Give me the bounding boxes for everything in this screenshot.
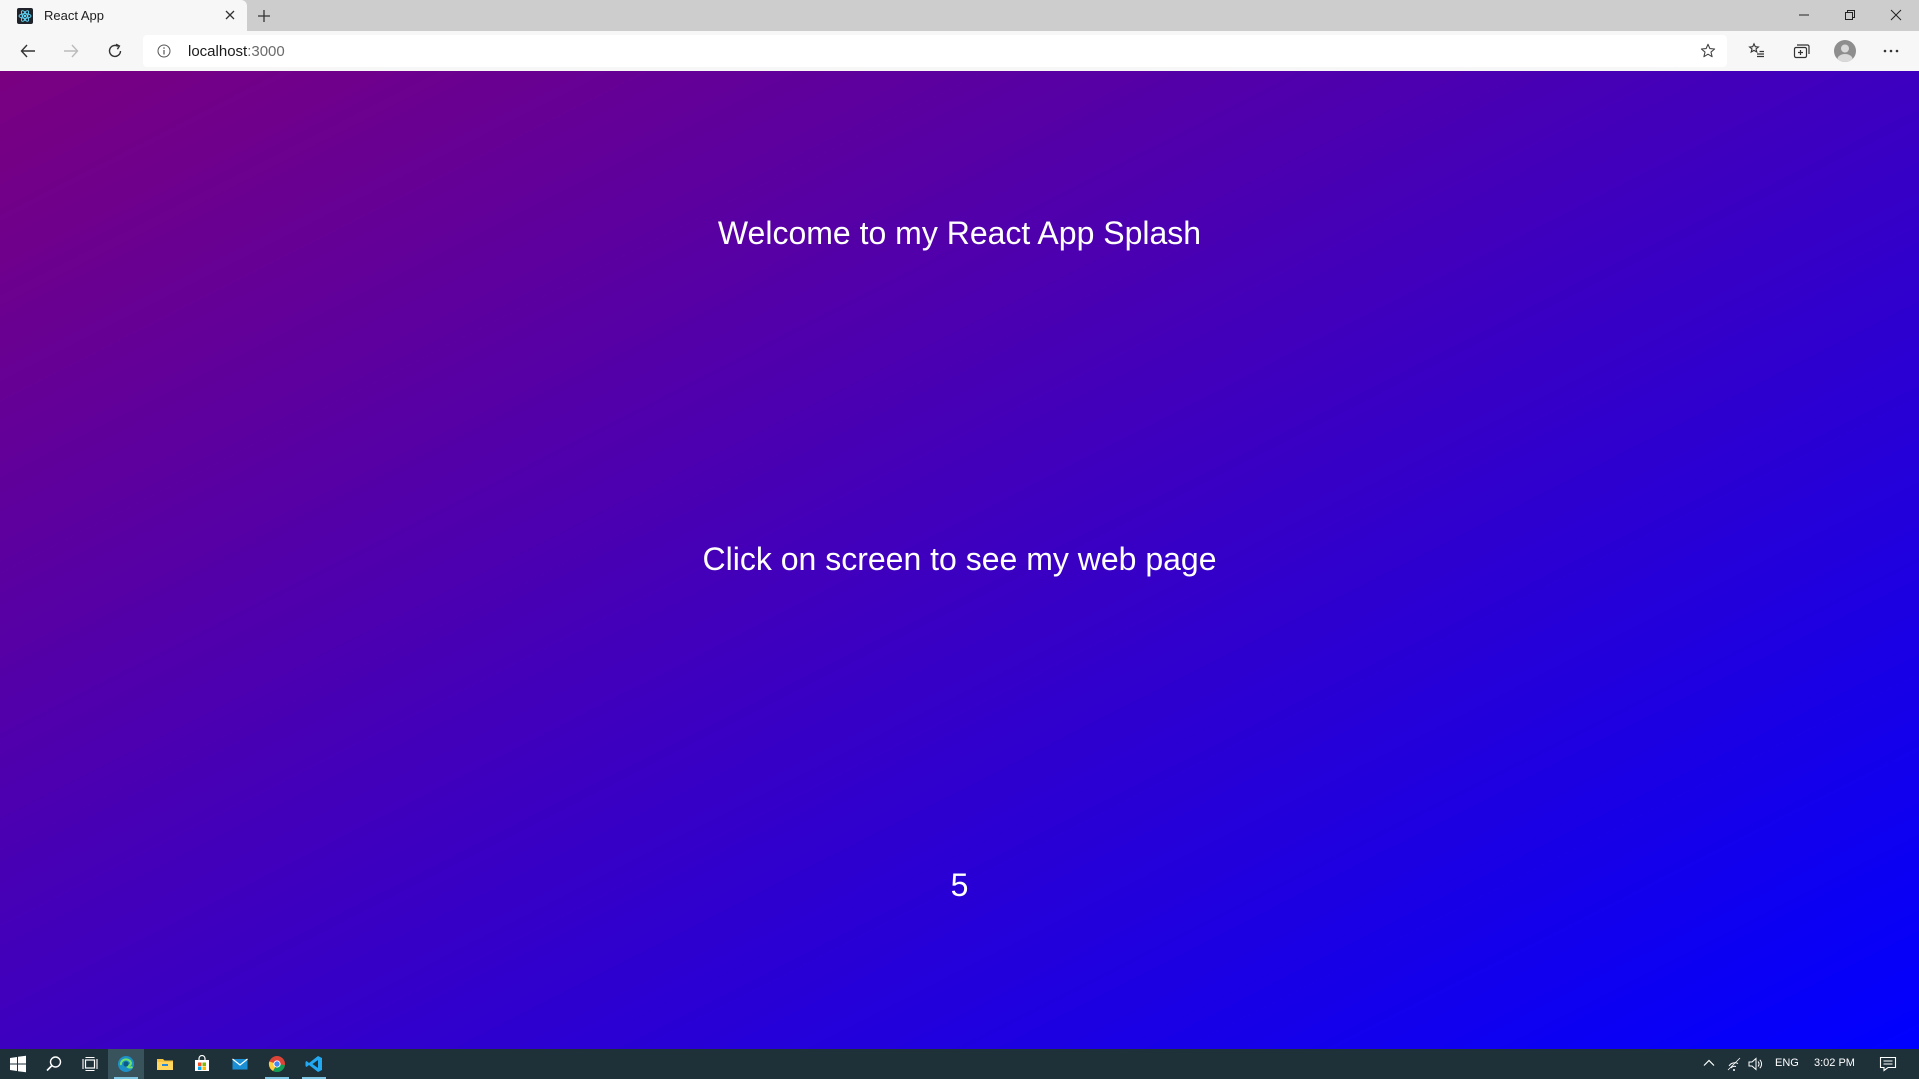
tab-close-icon[interactable] bbox=[221, 6, 239, 24]
more-menu-icon[interactable] bbox=[1875, 37, 1907, 65]
task-view-icon[interactable] bbox=[72, 1049, 108, 1079]
address-bar[interactable]: localhost:3000 bbox=[143, 35, 1727, 67]
clock-time[interactable]: 3:02 PM bbox=[1814, 1057, 1855, 1069]
browser-toolbar: localhost:3000 bbox=[0, 31, 1919, 71]
start-button[interactable] bbox=[0, 1049, 36, 1079]
network-icon[interactable] bbox=[1726, 1056, 1742, 1077]
chrome-icon[interactable] bbox=[259, 1049, 295, 1079]
react-favicon-icon bbox=[17, 8, 33, 24]
windows-taskbar: ENG 3:02 PM bbox=[0, 1049, 1919, 1079]
favorite-star-icon[interactable] bbox=[1694, 38, 1722, 64]
minimize-button[interactable] bbox=[1781, 0, 1827, 31]
restore-button[interactable] bbox=[1827, 0, 1873, 31]
welcome-heading: Welcome to my React App Splash bbox=[717, 215, 1202, 251]
collections-icon[interactable] bbox=[1785, 37, 1817, 65]
reload-button[interactable] bbox=[99, 37, 131, 65]
avatar bbox=[1834, 40, 1856, 62]
countdown-number: 5 bbox=[950, 867, 969, 903]
forward-button[interactable] bbox=[55, 37, 87, 65]
edge-icon[interactable] bbox=[108, 1049, 144, 1079]
notification-center-icon[interactable] bbox=[1879, 1056, 1897, 1077]
close-window-button[interactable] bbox=[1873, 0, 1919, 31]
new-tab-button[interactable] bbox=[253, 5, 275, 27]
back-button[interactable] bbox=[12, 37, 44, 65]
vscode-icon[interactable] bbox=[296, 1049, 332, 1079]
input-language[interactable]: ENG bbox=[1775, 1057, 1799, 1069]
splash-screen[interactable]: Welcome to my React App Splash Click on … bbox=[0, 71, 1919, 1049]
site-info-icon[interactable] bbox=[157, 44, 171, 63]
tab-title: React App bbox=[44, 8, 104, 23]
url-port: :3000 bbox=[247, 43, 285, 60]
mail-icon[interactable] bbox=[222, 1049, 258, 1079]
browser-tab[interactable]: React App bbox=[0, 0, 247, 31]
favorites-icon[interactable] bbox=[1741, 37, 1773, 65]
url-text: localhost:3000 bbox=[188, 43, 285, 60]
url-host: localhost bbox=[188, 43, 248, 60]
search-icon[interactable] bbox=[36, 1049, 72, 1079]
profile-avatar[interactable] bbox=[1829, 37, 1861, 65]
browser-tab-strip: React App bbox=[0, 0, 1919, 31]
click-instruction: Click on screen to see my web page bbox=[702, 541, 1217, 577]
file-explorer-icon[interactable] bbox=[147, 1049, 183, 1079]
volume-icon[interactable] bbox=[1747, 1056, 1763, 1077]
show-hidden-icons-chevron-icon[interactable] bbox=[1702, 1056, 1716, 1075]
store-icon[interactable] bbox=[184, 1049, 220, 1079]
